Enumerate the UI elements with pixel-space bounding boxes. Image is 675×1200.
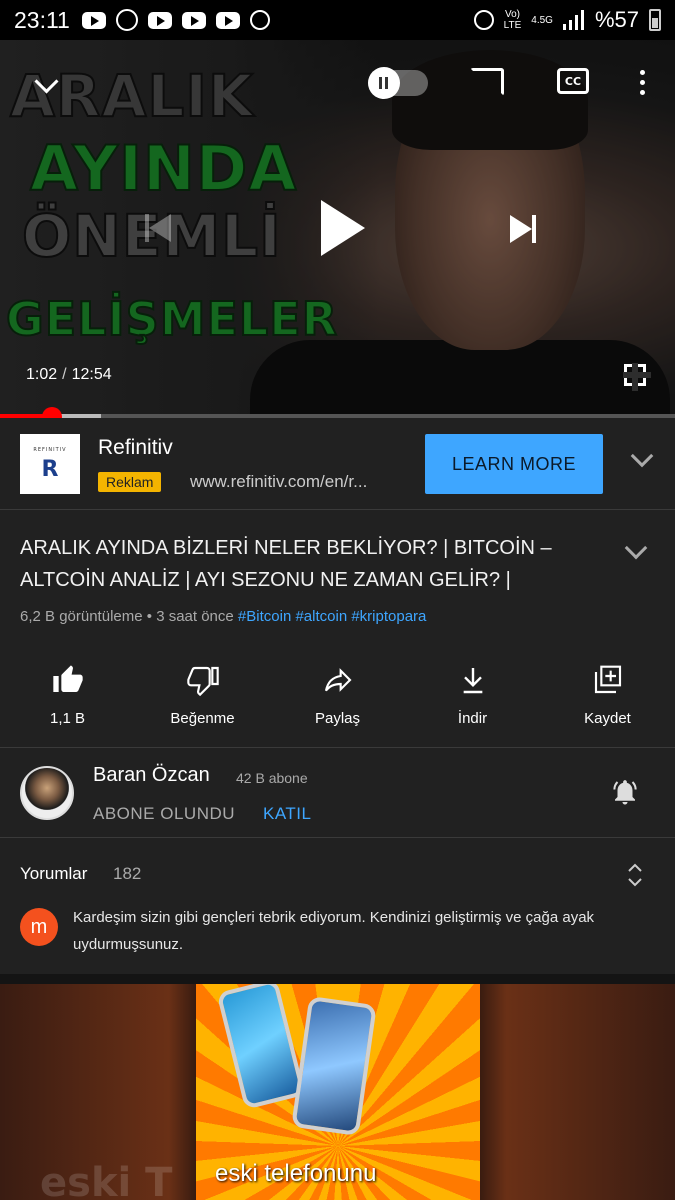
cast-icon[interactable]	[470, 68, 504, 96]
save-label: Kaydet	[584, 710, 631, 727]
section-divider	[0, 974, 675, 984]
notification-bell-icon[interactable]	[610, 776, 640, 808]
hashtag[interactable]: #Bitcoin	[238, 608, 291, 625]
advertiser-name: Refinitiv	[98, 436, 173, 459]
current-time: 1:02	[26, 366, 58, 383]
play-icon[interactable]	[318, 198, 368, 258]
hashtag[interactable]: #kriptopara	[351, 608, 426, 625]
alarm-icon	[473, 10, 494, 30]
battery-percent: %57	[594, 7, 639, 32]
channel-name[interactable]: Baran Özcan	[93, 764, 210, 787]
next-icon[interactable]	[505, 212, 541, 246]
battery-icon	[649, 9, 661, 31]
subscriber-count: 42 B abone	[236, 770, 308, 786]
meta-dot: •	[146, 608, 153, 625]
download-icon	[463, 668, 482, 694]
channel-row: Baran Özcan 42 B abone ABONE OLUNDU KATI…	[0, 748, 675, 838]
youtube-notification-icon	[215, 11, 240, 29]
save-playlist-icon	[594, 665, 621, 694]
ad-url[interactable]: www.refinitiv.com/en/r...	[190, 472, 367, 492]
advertiser-logo: REFINITIV R	[20, 434, 80, 494]
action-bar: 1,1 B Beğenme Paylaş İndir Kaydet	[0, 646, 675, 748]
volte-icon: Vo) LTE	[503, 9, 522, 31]
signal-icon	[562, 10, 585, 30]
download-label: İndir	[457, 710, 488, 727]
promo-faded-text: eski T	[40, 1160, 173, 1200]
video-player[interactable]: ARALIK AYINDA ÖNEMLİ GELİŞMELER CC 1:02/…	[0, 40, 675, 418]
channel-avatar[interactable]	[20, 766, 74, 820]
next-video-thumbnail[interactable]: eski T eski telefonunu	[0, 984, 675, 1200]
time-display: 1:02/12:54	[26, 366, 112, 384]
duration: 12:54	[71, 366, 112, 383]
time-separator: /	[62, 366, 67, 383]
share-label: Paylaş	[314, 710, 361, 727]
youtube-notification-icon	[181, 11, 206, 29]
download-button[interactable]: İndir	[405, 646, 540, 747]
ad-badge: Reklam	[98, 472, 162, 492]
pause-icon	[368, 67, 400, 99]
share-button[interactable]: Paylaş	[270, 646, 405, 747]
comments-count: 182	[113, 864, 142, 883]
notification-icons	[81, 9, 270, 31]
expand-description-icon[interactable]	[624, 536, 648, 560]
like-count: 1,1 B	[49, 710, 86, 727]
like-button[interactable]: 1,1 B	[0, 646, 135, 747]
save-button[interactable]: Kaydet	[540, 646, 675, 747]
previous-icon[interactable]	[140, 210, 176, 246]
captions-icon[interactable]: CC	[557, 68, 589, 94]
subscribed-button[interactable]: ABONE OLUNDU	[93, 804, 235, 824]
thumbs-up-icon	[52, 665, 83, 692]
top-comment: Kardeşim sizin gibi gençleri tebrik ediy…	[73, 909, 595, 953]
alarm-notification-icon	[249, 10, 270, 30]
dislike-button[interactable]: Beğenme	[135, 646, 270, 747]
youtube-notification-icon	[147, 11, 172, 29]
more-options-icon[interactable]	[632, 66, 652, 98]
share-icon	[324, 668, 352, 692]
ad-banner[interactable]: REFINITIV R Refinitiv Reklam www.refinit…	[0, 418, 675, 510]
commenter-avatar: m	[20, 908, 58, 946]
clock: 23:11	[14, 6, 70, 33]
thumbs-down-icon	[186, 666, 219, 696]
minimize-icon[interactable]	[30, 68, 62, 100]
comments-label: Yorumlar	[20, 864, 88, 883]
system-icons: Vo) LTE 4.5G %57	[473, 7, 661, 33]
dislike-label: Beğenme	[170, 710, 235, 727]
video-info: ARALIK AYINDA BİZLERİ NELER BEKLİYOR? | …	[0, 510, 675, 646]
view-count: 6,2 B görüntüleme	[20, 608, 143, 625]
video-meta: 6,2 B görüntüleme • 3 saat önce #Bitcoin…	[20, 608, 426, 625]
autoplay-toggle[interactable]	[368, 67, 428, 99]
join-button[interactable]: KATIL	[263, 804, 311, 824]
video-title[interactable]: ARALIK AYINDA BİZLERİ NELER BEKLİYOR? | …	[20, 532, 610, 596]
status-bar: 23:11 Vo) LTE 4.5G %57	[0, 0, 675, 40]
promo-caption: eski telefonunu	[215, 1160, 377, 1187]
chevron-down-icon[interactable]	[630, 444, 654, 468]
comments-section[interactable]: Yorumlar 182 m Kardeşim sizin gibi gençl…	[0, 838, 675, 974]
youtube-notification-icon	[81, 11, 106, 29]
network-speed-icon: 4.5G	[531, 14, 553, 26]
hashtag[interactable]: #altcoin	[295, 608, 347, 625]
learn-more-button[interactable]: LEARN MORE	[425, 434, 603, 494]
fullscreen-icon[interactable]	[623, 363, 651, 391]
expand-comments-icon[interactable]	[626, 862, 644, 888]
whatsapp-notification-icon	[115, 9, 138, 31]
upload-age: 3 saat önce	[156, 608, 234, 625]
